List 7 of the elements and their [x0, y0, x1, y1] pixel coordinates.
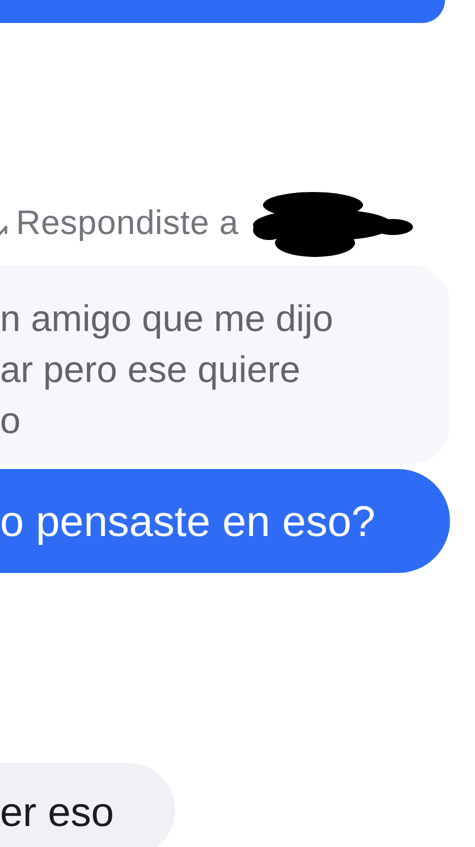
quoted-text-line: n amigo que me dijo	[0, 297, 334, 341]
reply-label: Respondiste a	[16, 204, 239, 243]
quoted-text-line: o	[0, 399, 22, 443]
sent-message: o pensaste en eso?	[0, 469, 450, 573]
received-message: er eso	[0, 763, 175, 847]
quoted-text-line: ar pero ese quiere	[0, 348, 302, 392]
reply-arrow-icon	[0, 224, 10, 238]
